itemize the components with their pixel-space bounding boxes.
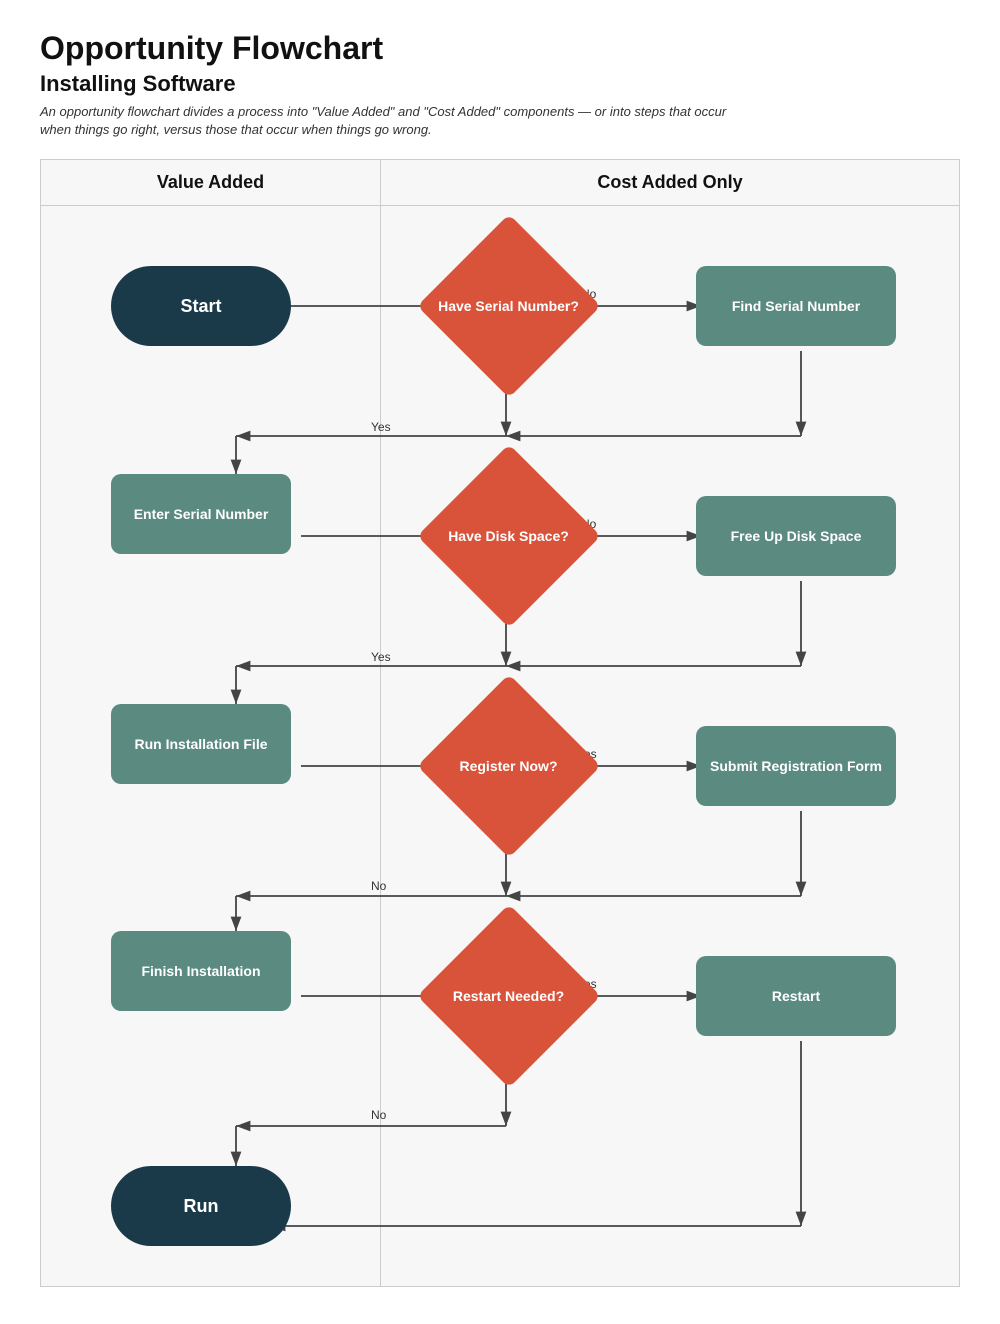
restart-needed-diamond-wrap: Restart Needed?: [411, 931, 606, 1061]
header-row: Value Added Cost Added Only: [41, 160, 959, 206]
register-now-diamond-wrap: Register Now?: [411, 701, 606, 831]
find-serial-node: Find Serial Number: [696, 266, 896, 346]
have-serial-diamond: [417, 214, 601, 398]
have-disk-diamond-wrap: Have Disk Space?: [411, 471, 606, 601]
restart-needed-diamond: [417, 904, 601, 1088]
finish-installation-node: Finish Installation: [111, 931, 291, 1011]
flowchart: Value Added Cost Added Only No Yes: [40, 159, 960, 1287]
header-cost-added: Cost Added Only: [381, 160, 959, 205]
register-now-diamond: [417, 674, 601, 858]
have-serial-diamond-wrap: Have Serial Number?: [411, 241, 606, 371]
page-subtitle: Installing Software: [40, 71, 960, 97]
restart-node: Restart: [696, 956, 896, 1036]
enter-serial-node: Enter Serial Number: [111, 474, 291, 554]
submit-registration-node: Submit Registration Form: [696, 726, 896, 806]
free-up-disk-node: Free Up Disk Space: [696, 496, 896, 576]
have-disk-diamond: [417, 444, 601, 628]
run-installation-node: Run Installation File: [111, 704, 291, 784]
page-title: Opportunity Flowchart: [40, 30, 960, 67]
page-description: An opportunity flowchart divides a proce…: [40, 103, 740, 139]
header-value-added: Value Added: [41, 160, 381, 205]
run-node: Run: [111, 1166, 291, 1246]
start-node: Start: [111, 266, 291, 346]
diagram-area: No Yes No Yes: [41, 206, 959, 1286]
